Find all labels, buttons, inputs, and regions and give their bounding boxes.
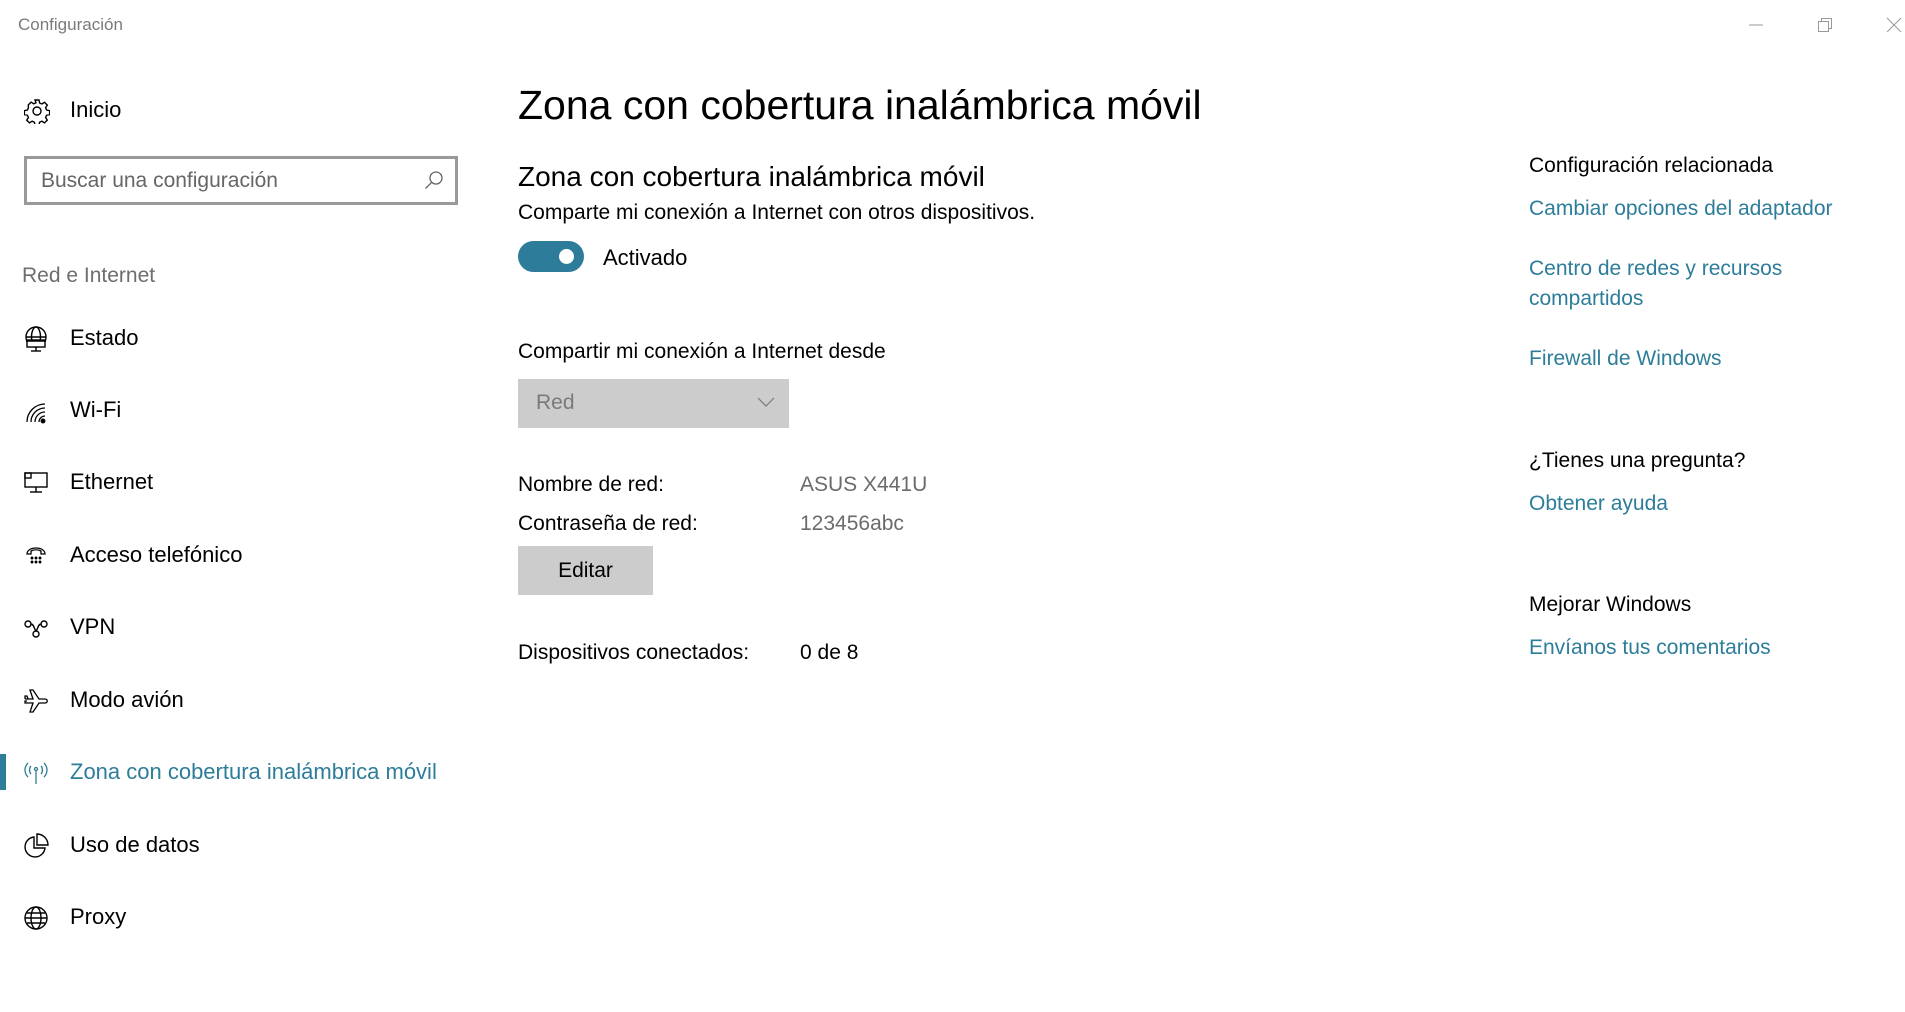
- sidebar-item-label: Ethernet: [70, 469, 154, 494]
- close-button[interactable]: [1874, 10, 1905, 40]
- sidebar-item-data-usage[interactable]: Uso de datos: [0, 817, 470, 873]
- share-from-dropdown[interactable]: Red: [518, 379, 789, 428]
- network-name-label: Nombre de red:: [518, 473, 664, 496]
- gear-icon: [23, 98, 51, 129]
- vpn-icon: [23, 615, 49, 641]
- restore-button[interactable]: [1805, 10, 1845, 40]
- section-title: Zona con cobertura inalámbrica móvil: [518, 161, 985, 192]
- sidebar-item-label: VPN: [70, 614, 116, 639]
- related-settings-heading: Configuración relacionada: [1529, 154, 1773, 177]
- ethernet-icon: [23, 470, 49, 496]
- hotspot-toggle[interactable]: [518, 241, 584, 272]
- section-description: Comparte mi conexión a Internet con otro…: [518, 201, 1036, 224]
- sidebar-item-proxy[interactable]: Proxy: [0, 889, 470, 945]
- sidebar-item-ethernet[interactable]: Ethernet: [0, 454, 470, 510]
- app-title: Configuración: [18, 15, 123, 34]
- adapter-options-link[interactable]: Cambiar opciones del adaptador: [1529, 194, 1869, 224]
- network-name-value: ASUS X441U: [800, 473, 928, 496]
- section-label: Red e Internet: [22, 264, 156, 287]
- sidebar-item-label: Modo avión: [70, 687, 184, 712]
- home-link[interactable]: Inicio: [0, 90, 470, 130]
- sidebar-item-label: Uso de datos: [70, 832, 200, 857]
- windows-firewall-link[interactable]: Firewall de Windows: [1529, 344, 1869, 374]
- share-from-value: Red: [536, 391, 575, 414]
- network-status-icon: [23, 326, 49, 352]
- question-heading: ¿Tienes una pregunta?: [1529, 449, 1746, 472]
- sidebar-item-airplane[interactable]: Modo avión: [0, 672, 470, 728]
- get-help-link[interactable]: Obtener ayuda: [1529, 489, 1869, 519]
- sidebar-item-dialup[interactable]: Acceso telefónico: [0, 527, 470, 583]
- improve-windows-heading: Mejorar Windows: [1529, 593, 1692, 616]
- sidebar-item-vpn[interactable]: VPN: [0, 599, 470, 655]
- restore-icon: [1818, 18, 1832, 32]
- sidebar-item-wifi[interactable]: Wi-Fi: [0, 382, 470, 438]
- data-usage-icon: [23, 833, 49, 859]
- connected-devices-value: 0 de 8: [800, 641, 859, 664]
- network-sharing-center-link[interactable]: Centro de redes y recursos compartidos: [1529, 254, 1869, 314]
- hotspot-icon: [23, 760, 49, 786]
- toggle-state-label: Activado: [603, 245, 688, 270]
- globe-icon: [23, 905, 49, 931]
- active-indicator: [0, 754, 6, 790]
- search-box[interactable]: [24, 156, 458, 205]
- network-password-label: Contraseña de red:: [518, 512, 698, 535]
- home-label: Inicio: [70, 97, 122, 122]
- share-from-label: Compartir mi conexión a Internet desde: [518, 340, 886, 363]
- connected-devices-label: Dispositivos conectados:: [518, 641, 750, 664]
- sidebar-item-label: Acceso telefónico: [70, 542, 243, 567]
- sidebar-item-estado[interactable]: Estado: [0, 310, 470, 366]
- toggle-knob: [559, 249, 574, 264]
- search-input[interactable]: [41, 159, 411, 202]
- chevron-down-icon: [757, 395, 775, 413]
- sidebar-item-hotspot[interactable]: Zona con cobertura inalámbrica móvil: [0, 744, 470, 800]
- dialup-phone-icon: [23, 543, 49, 569]
- minimize-icon: [1749, 24, 1763, 26]
- wifi-icon: [23, 398, 49, 424]
- close-icon: [1886, 17, 1902, 33]
- feedback-link[interactable]: Envíanos tus comentarios: [1529, 633, 1869, 663]
- sidebar: Inicio Red e Internet Estado Wi-Fi Ether…: [0, 48, 480, 1012]
- sidebar-item-label: Estado: [70, 325, 139, 350]
- sidebar-item-label: Proxy: [70, 904, 127, 929]
- sidebar-item-label: Zona con cobertura inalámbrica móvil: [70, 759, 437, 784]
- minimize-button[interactable]: [1736, 10, 1776, 40]
- edit-button[interactable]: Editar: [518, 546, 653, 595]
- search-icon[interactable]: [424, 170, 444, 195]
- sidebar-item-label: Wi-Fi: [70, 397, 122, 422]
- page-title: Zona con cobertura inalámbrica móvil: [518, 82, 1202, 128]
- airplane-icon: [23, 688, 49, 714]
- title-bar: Configuración: [0, 0, 1905, 48]
- network-password-value: 123456abc: [800, 512, 904, 535]
